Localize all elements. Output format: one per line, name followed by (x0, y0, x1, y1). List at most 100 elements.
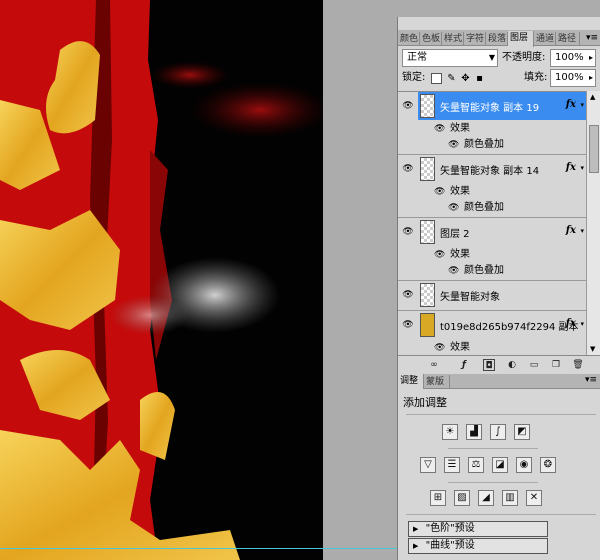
eye-icon[interactable]: 👁 (402, 227, 414, 237)
eye-icon[interactable]: 👁 (402, 290, 414, 300)
effect-row[interactable]: 👁 颜色叠加 (418, 200, 586, 216)
tab-paths[interactable]: 路径 (556, 32, 580, 46)
layer-main[interactable]: t019e8d265b974f2294 副本 fx ▾ (418, 311, 586, 339)
eye-icon[interactable]: 👁 (402, 101, 414, 111)
fx-icon[interactable]: fx (566, 225, 576, 236)
tab-layers[interactable]: 图层 (508, 31, 534, 47)
exposure-icon[interactable]: ◩ (514, 424, 530, 440)
caret-icon[interactable]: ▾ (580, 320, 584, 328)
layer-main[interactable]: 矢量智能对象 副本 14 fx ▾ (418, 155, 586, 183)
levels-icon[interactable]: ▟ (466, 424, 482, 440)
layers-panel: 颜色 色板 样式 字符 段落 图层 通道 路径 ▾≡ 正常 ▼ 不透明度: 10… (397, 17, 600, 374)
posterize-icon[interactable]: ▨ (454, 490, 470, 506)
fx-icon[interactable]: fx (566, 99, 576, 110)
eye-icon[interactable]: 👁 (434, 121, 445, 137)
layer-actions-bar: ∞ ƒ ◘ ◐ ▭ ❐ 🗑 (398, 355, 600, 374)
brightness-contrast-icon[interactable]: ☀ (442, 424, 458, 440)
new-layer-icon[interactable]: ❐ (550, 359, 562, 371)
tab-paragraph[interactable]: 段落 (486, 32, 508, 46)
group-icon[interactable]: ▭ (528, 359, 540, 371)
layer-row[interactable]: 👁 t019e8d265b974f2294 副本 fx ▾ 👁 效果 (398, 311, 586, 355)
tab-masks[interactable]: 蒙版 (424, 375, 450, 389)
layer-name: t019e8d265b974f2294 副本 (440, 322, 579, 333)
opacity-input[interactable]: 100% ▸ (550, 49, 596, 67)
canvas-artwork[interactable] (0, 0, 323, 560)
opacity-value: 100% (555, 52, 584, 63)
caret-icon[interactable]: ▾ (580, 101, 584, 109)
caret-icon[interactable]: ▾ (580, 164, 584, 172)
layer-row[interactable]: 👁 矢量智能对象 副本 14 fx ▾ 👁 效果 👁 颜色叠加 (398, 155, 586, 218)
eye-icon[interactable]: 👁 (434, 340, 445, 355)
layer-row[interactable]: 👁 矢量智能对象 副本 19 fx ▾ 👁 效果 👁 颜色叠加 (398, 92, 586, 155)
expand-triangle-icon[interactable]: ▶ (413, 542, 418, 550)
lock-move-icon[interactable]: ✥ (460, 73, 471, 84)
eye-icon[interactable]: 👁 (402, 164, 414, 174)
mask-icon[interactable]: ◘ (483, 359, 495, 371)
layer-main[interactable]: 矢量智能对象 (418, 281, 586, 309)
link-icon[interactable]: ∞ (428, 359, 440, 371)
layer-thumbnail (420, 220, 435, 244)
eye-icon[interactable]: 👁 (448, 200, 459, 216)
preset-label: "曲线"预设 (425, 540, 475, 551)
layer-row[interactable]: 👁 矢量智能对象 (398, 281, 586, 311)
effect-row[interactable]: 👁 颜色叠加 (418, 263, 586, 279)
scroll-up-icon[interactable]: ▲ (590, 93, 595, 101)
panel-menu-icon[interactable]: ▾≡ (585, 375, 597, 385)
caret-icon[interactable]: ▾ (580, 227, 584, 235)
trash-icon[interactable]: 🗑 (572, 359, 584, 371)
vibrance-icon[interactable]: ▽ (420, 457, 436, 473)
eye-icon[interactable]: 👁 (448, 137, 459, 153)
eye-icon[interactable]: 👁 (402, 320, 414, 330)
effects-label: 效果 (450, 249, 470, 260)
threshold-icon[interactable]: ◢ (478, 490, 494, 506)
channel-mixer-icon[interactable]: ❂ (540, 457, 556, 473)
levels-preset-row[interactable]: ▶ "色阶"预设 (408, 521, 548, 537)
scroll-down-icon[interactable]: ▼ (590, 345, 595, 353)
selective-color-icon[interactable]: ✕ (526, 490, 542, 506)
tab-channels[interactable]: 通道 (534, 32, 556, 46)
effects-row[interactable]: 👁 效果 (418, 121, 586, 137)
gradient-map-icon[interactable]: ▥ (502, 490, 518, 506)
layer-row[interactable]: 👁 图层 2 fx ▾ 👁 效果 👁 颜色叠加 (398, 218, 586, 281)
eye-icon[interactable]: 👁 (434, 247, 445, 263)
opacity-label: 不透明度: (502, 52, 546, 63)
tab-character[interactable]: 字符 (464, 32, 486, 46)
layer-main[interactable]: 图层 2 fx ▾ (418, 218, 586, 246)
effects-row[interactable]: 👁 效果 (418, 184, 586, 200)
effects-label: 效果 (450, 186, 470, 197)
effects-row[interactable]: 👁 效果 (418, 247, 586, 263)
panel-menu-icon[interactable]: ▾≡ (586, 32, 598, 44)
effects-label: 效果 (450, 342, 470, 353)
tab-color[interactable]: 颜色 (398, 32, 420, 46)
fill-input[interactable]: 100% ▸ (550, 69, 596, 87)
black-white-icon[interactable]: ◪ (492, 457, 508, 473)
curves-preset-row[interactable]: ▶ "曲线"预设 (408, 538, 548, 554)
color-balance-icon[interactable]: ⚖ (468, 457, 484, 473)
fx-icon[interactable]: ƒ (458, 359, 470, 371)
lock-brush-icon[interactable]: ✎ (446, 73, 457, 84)
layer-main[interactable]: 矢量智能对象 副本 19 fx ▾ (418, 92, 586, 120)
tab-styles[interactable]: 样式 (442, 32, 464, 46)
lock-transparency-icon[interactable] (431, 73, 442, 84)
curves-icon[interactable]: ∫ (490, 424, 506, 440)
blend-mode-dropdown[interactable]: 正常 ▼ (402, 49, 498, 67)
effect-row[interactable]: 👁 颜色叠加 (418, 137, 586, 153)
lock-all-icon[interactable]: ▪ (474, 73, 485, 84)
layer-list: 👁 矢量智能对象 副本 19 fx ▾ 👁 效果 👁 颜色叠加 👁 矢量智能对象… (398, 91, 586, 355)
fx-icon[interactable]: fx (566, 318, 576, 329)
layer-scrollbar[interactable]: ▲ ▼ (586, 91, 600, 355)
fx-icon[interactable]: fx (566, 162, 576, 173)
lock-row: 锁定: ✎ ✥ ▪ 填充: 100% ▸ (398, 69, 600, 89)
tab-adjustments[interactable]: 调整 (398, 374, 424, 389)
eye-icon[interactable]: 👁 (434, 184, 445, 200)
eye-icon[interactable]: 👁 (448, 263, 459, 279)
invert-icon[interactable]: ⊞ (430, 490, 446, 506)
fill-label: 填充: (524, 72, 548, 83)
effects-row[interactable]: 👁 效果 (418, 340, 586, 355)
hue-saturation-icon[interactable]: ☰ (444, 457, 460, 473)
expand-triangle-icon[interactable]: ▶ (413, 525, 418, 533)
tab-swatches[interactable]: 色板 (420, 32, 442, 46)
scroll-thumb[interactable] (589, 125, 599, 173)
adjustment-icon[interactable]: ◐ (506, 359, 518, 371)
photo-filter-icon[interactable]: ◉ (516, 457, 532, 473)
